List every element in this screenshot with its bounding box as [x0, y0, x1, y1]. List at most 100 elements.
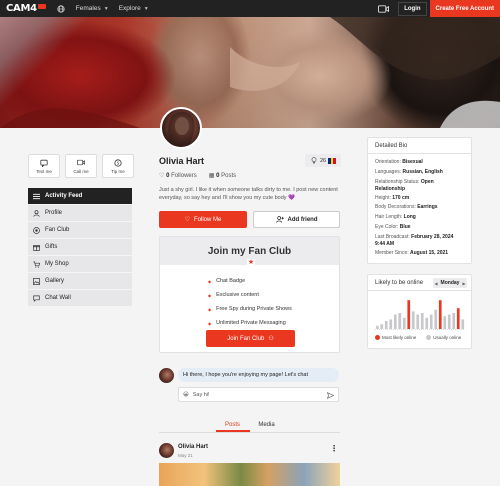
post-author[interactable]: Olivia Hart — [178, 444, 208, 450]
chevron-left-icon[interactable]: ◀ — [434, 281, 437, 286]
followers-stat[interactable]: ♡ 0 Followers — [159, 172, 197, 179]
nav-females[interactable]: Females ▼ — [76, 5, 109, 12]
emoji-icon[interactable]: 😀 — [183, 392, 189, 398]
text-me-label: Text me — [36, 168, 52, 174]
create-account-button[interactable]: Create Free Account — [429, 0, 500, 17]
menu-gifts-label: Gifts — [45, 244, 58, 250]
bio-label: Last Broadcast: — [375, 234, 410, 240]
site-logo[interactable]: CAM4 — [6, 3, 46, 14]
bio-row-eyes: Eye Color: Blue — [375, 223, 464, 233]
online-bar — [411, 311, 415, 329]
profile-stats: ♡ 0 Followers ▦ 0 Posts — [159, 172, 236, 179]
menu-chat-wall[interactable]: Chat Wall — [28, 290, 132, 306]
tab-posts[interactable]: Posts — [215, 419, 250, 432]
bio-value: Bisexual — [402, 159, 423, 165]
nav-explore-label: Explore — [118, 5, 141, 12]
tip-me-button[interactable]: $ Tip me — [102, 154, 134, 178]
user-icon — [33, 209, 40, 217]
join-fan-club-button[interactable]: Join Fan Club ⚇ — [206, 330, 295, 347]
globe-icon[interactable] — [56, 4, 66, 14]
online-legend: Most likely online Usually online — [375, 335, 461, 341]
bio-label: Body Decorations: — [375, 204, 416, 211]
menu-gallery[interactable]: Gallery — [28, 273, 132, 289]
legend-most-label: Most likely online — [382, 335, 417, 340]
follow-label: Follow Me — [194, 216, 222, 223]
detailed-bio-title: Detailed Bio — [368, 138, 471, 154]
broadcast-camera-icon[interactable] — [376, 4, 390, 14]
login-button[interactable]: Login — [398, 1, 427, 16]
level-badge: 26 — [305, 154, 341, 167]
menu-profile[interactable]: Profile — [28, 205, 132, 221]
online-bar — [420, 313, 424, 329]
online-bar — [402, 317, 406, 329]
online-bar — [429, 314, 433, 329]
chat-input-placeholder: Say hi! — [192, 391, 210, 398]
online-bar — [375, 325, 379, 329]
online-bar — [447, 314, 451, 329]
bio-label: Eye Color: — [375, 223, 399, 230]
add-friend-button[interactable]: Add friend — [253, 211, 340, 228]
menu-activity-feed[interactable]: Activity Feed — [28, 188, 132, 204]
fanclub-icon — [33, 226, 40, 234]
profile-avatar[interactable] — [160, 107, 202, 149]
online-bar — [461, 319, 465, 329]
send-icon[interactable] — [326, 391, 334, 399]
bio-value: Blue — [399, 223, 411, 230]
online-bar — [416, 314, 420, 329]
tab-media[interactable]: Media — [250, 419, 284, 432]
perk-item: ◆ Unlimited Private Messaging — [208, 316, 292, 330]
bio-label: Hair Length: — [375, 214, 403, 220]
call-me-button[interactable]: Call me — [65, 154, 97, 178]
banner-shade — [0, 17, 500, 128]
legend-usual: Usually online — [426, 335, 461, 341]
profile-name: Olivia Hart — [159, 156, 205, 166]
day-label: Monday — [440, 280, 460, 286]
bullet-icon: ◆ — [208, 278, 212, 284]
online-bar — [434, 309, 438, 329]
menu-activity-feed-label: Activity Feed — [45, 193, 83, 199]
bio-value: Earrings — [417, 204, 438, 211]
menu-chat-wall-label: Chat Wall — [45, 295, 71, 301]
online-bar — [398, 313, 402, 329]
bio-row-height: Height: 170 cm — [375, 194, 464, 204]
menu-fan-club-label: Fan Club — [45, 227, 70, 233]
online-bar — [443, 316, 447, 329]
menu-gallery-label: Gallery — [45, 278, 65, 284]
perk-label: Unlimited Private Messaging — [216, 320, 286, 326]
perk-item: ◆ Exclusive content — [208, 288, 292, 302]
top-nav: CAM4 Females ▼ Explore ▼ Login Create Fr… — [0, 0, 500, 17]
menu-fan-club[interactable]: Fan Club — [28, 222, 132, 238]
chat-input[interactable]: 😀 Say hi! — [178, 387, 339, 402]
online-bar — [384, 321, 388, 329]
top-right-actions: Login Create Free Account — [376, 0, 500, 17]
follow-button[interactable]: ♡ Follow Me — [159, 211, 247, 228]
online-bar-chart — [375, 300, 465, 330]
bio-value: Russian, English — [402, 168, 443, 175]
menu-gifts[interactable]: Gifts — [28, 239, 132, 255]
star-icon: ★ — [247, 259, 255, 267]
perk-label: Free Spy during Private Shows — [216, 306, 292, 312]
logo-text: CAM4 — [6, 3, 37, 14]
post-image[interactable] — [159, 463, 340, 486]
bio-label: Languages: — [375, 168, 402, 175]
legend-usual-swatch — [426, 335, 432, 341]
bio-value: Long — [403, 214, 416, 220]
menu-my-shop[interactable]: My Shop — [28, 256, 132, 272]
svg-text:$: $ — [117, 160, 120, 165]
lightbulb-icon — [310, 157, 318, 165]
more-options-icon[interactable]: ⋮ — [330, 444, 338, 453]
posts-label: Posts — [221, 173, 237, 179]
menu-my-shop-label: My Shop — [45, 261, 69, 267]
romania-flag-icon — [328, 157, 337, 164]
content-tabs: Posts Media — [159, 419, 340, 433]
nav-females-label: Females — [75, 5, 101, 12]
nav-explore[interactable]: Explore ▼ — [119, 5, 149, 12]
bio-row-body-decorations: Body Decorations: Earrings — [375, 203, 464, 213]
heart-icon: ♡ — [159, 173, 165, 179]
chevron-right-icon[interactable]: ▶ — [462, 281, 465, 286]
text-me-button[interactable]: Text me — [28, 154, 60, 178]
posts-stat[interactable]: ▦ 0 Posts — [209, 172, 236, 179]
legend-most-swatch — [375, 335, 380, 341]
day-selector[interactable]: ◀ Monday ▶ — [433, 278, 467, 288]
post-avatar[interactable] — [159, 443, 174, 458]
